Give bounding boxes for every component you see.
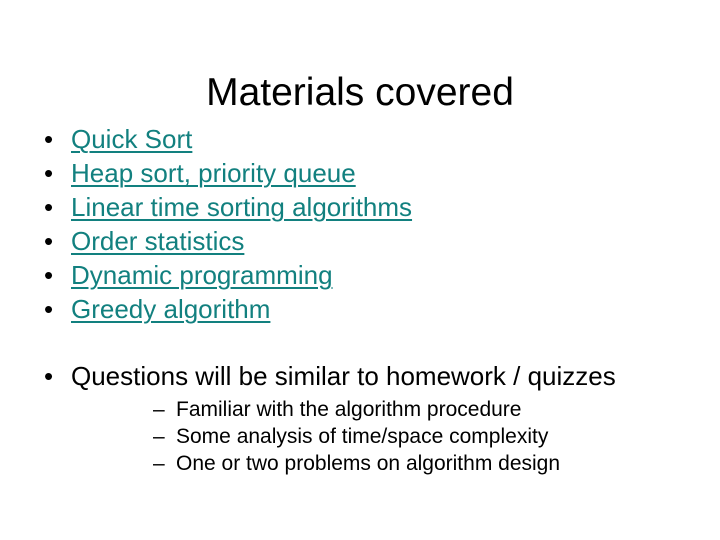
list-item[interactable]: • Dynamic programming xyxy=(0,258,720,292)
topic-link-quick-sort[interactable]: Quick Sort xyxy=(71,124,192,154)
questions-list: • Questions will be similar to homework … xyxy=(0,359,720,477)
page-title: Materials covered xyxy=(206,71,514,115)
slide-body: • Quick Sort • Heap sort, priority queue… xyxy=(0,122,720,477)
questions-heading: Questions will be similar to homework / … xyxy=(71,361,616,391)
topic-link-heap-sort-priority-queue[interactable]: Heap sort, priority queue xyxy=(71,158,356,188)
list-item[interactable]: • Linear time sorting algorithms xyxy=(0,190,720,224)
list-item[interactable]: • Greedy algorithm xyxy=(0,292,720,326)
list-item[interactable]: • Order statistics xyxy=(0,224,720,258)
list-item[interactable]: • Heap sort, priority queue xyxy=(0,156,720,190)
topic-link-dynamic-programming[interactable]: Dynamic programming xyxy=(71,260,333,290)
topics-list: • Quick Sort • Heap sort, priority queue… xyxy=(0,122,720,326)
bullet-icon: • xyxy=(44,294,54,324)
bullet-icon: • xyxy=(44,260,54,290)
questions-sub-list: – Familiar with the algorithm procedure … xyxy=(71,396,720,477)
slide-canvas: Materials covered • Quick Sort • Heap so… xyxy=(0,0,720,540)
topic-link-linear-time-sorting-algorithms[interactable]: Linear time sorting algorithms xyxy=(71,192,412,222)
bullet-icon: • xyxy=(44,158,54,188)
bullet-icon: • xyxy=(44,124,54,154)
dash-icon: – xyxy=(153,452,165,475)
topic-link-order-statistics[interactable]: Order statistics xyxy=(71,226,244,256)
list-item: • Questions will be similar to homework … xyxy=(0,359,720,477)
topic-link-greedy-algorithm[interactable]: Greedy algorithm xyxy=(71,294,270,324)
dash-icon: – xyxy=(153,398,165,421)
list-item[interactable]: • Quick Sort xyxy=(0,122,720,156)
bullet-icon: • xyxy=(44,226,54,256)
sub-item-familiar-with-algorithm-procedure: Familiar with the algorithm procedure xyxy=(176,398,522,421)
dash-icon: – xyxy=(153,425,165,448)
list-item: – Familiar with the algorithm procedure xyxy=(71,396,720,423)
bullet-icon: • xyxy=(44,192,54,222)
sub-item-one-or-two-problems-on-algorithm-design: One or two problems on algorithm design xyxy=(176,452,561,475)
bullet-icon: • xyxy=(44,361,54,391)
list-item: – One or two problems on algorithm desig… xyxy=(71,450,720,477)
list-item: – Some analysis of time/space complexity xyxy=(71,423,720,450)
sub-item-some-analysis-of-time-space-complexity: Some analysis of time/space complexity xyxy=(176,425,549,448)
